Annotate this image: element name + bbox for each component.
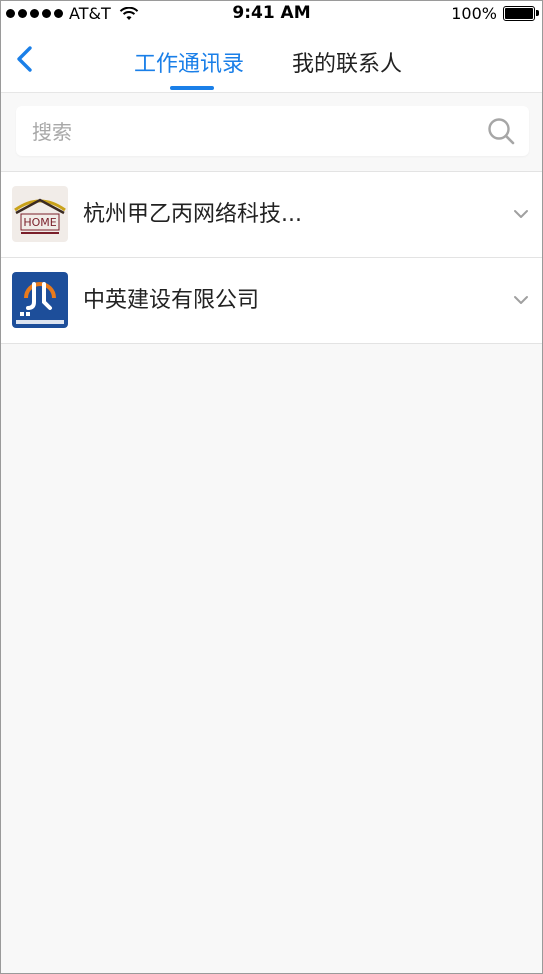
search-box: [16, 106, 529, 158]
chevron-down-icon[interactable]: [513, 294, 529, 306]
battery-icon: [503, 6, 539, 21]
status-right: 100%: [451, 4, 539, 23]
tab-my-contacts[interactable]: 我的联系人: [292, 46, 402, 78]
chevron-down-icon[interactable]: [513, 208, 529, 220]
company-list: HOME 杭州甲乙丙网络科技... 中英建设有限公司: [0, 171, 543, 344]
search-area: [0, 93, 543, 171]
company-row-zhongying[interactable]: 中英建设有限公司: [0, 258, 543, 344]
battery-percent: 100%: [451, 4, 497, 23]
tab-work-directory[interactable]: 工作通讯录: [134, 46, 244, 78]
nav-bar: 工作通讯录 我的联系人: [0, 26, 543, 93]
company-row-hangzhou[interactable]: HOME 杭州甲乙丙网络科技...: [0, 172, 543, 258]
battery-fill: [505, 8, 533, 19]
search-icon[interactable]: [487, 117, 515, 145]
status-bar: AT&T 9:41 AM 100%: [0, 0, 543, 26]
company-name: 中英建设有限公司: [83, 288, 260, 313]
shenglong-logo: [12, 272, 68, 328]
back-chevron-icon[interactable]: [12, 44, 38, 74]
search-input[interactable]: [30, 106, 474, 158]
svg-text:HOME: HOME: [23, 216, 56, 229]
company-name: 杭州甲乙丙网络科技...: [83, 202, 302, 227]
project-home-logo: HOME: [12, 186, 68, 242]
active-tab-indicator: [170, 86, 214, 90]
